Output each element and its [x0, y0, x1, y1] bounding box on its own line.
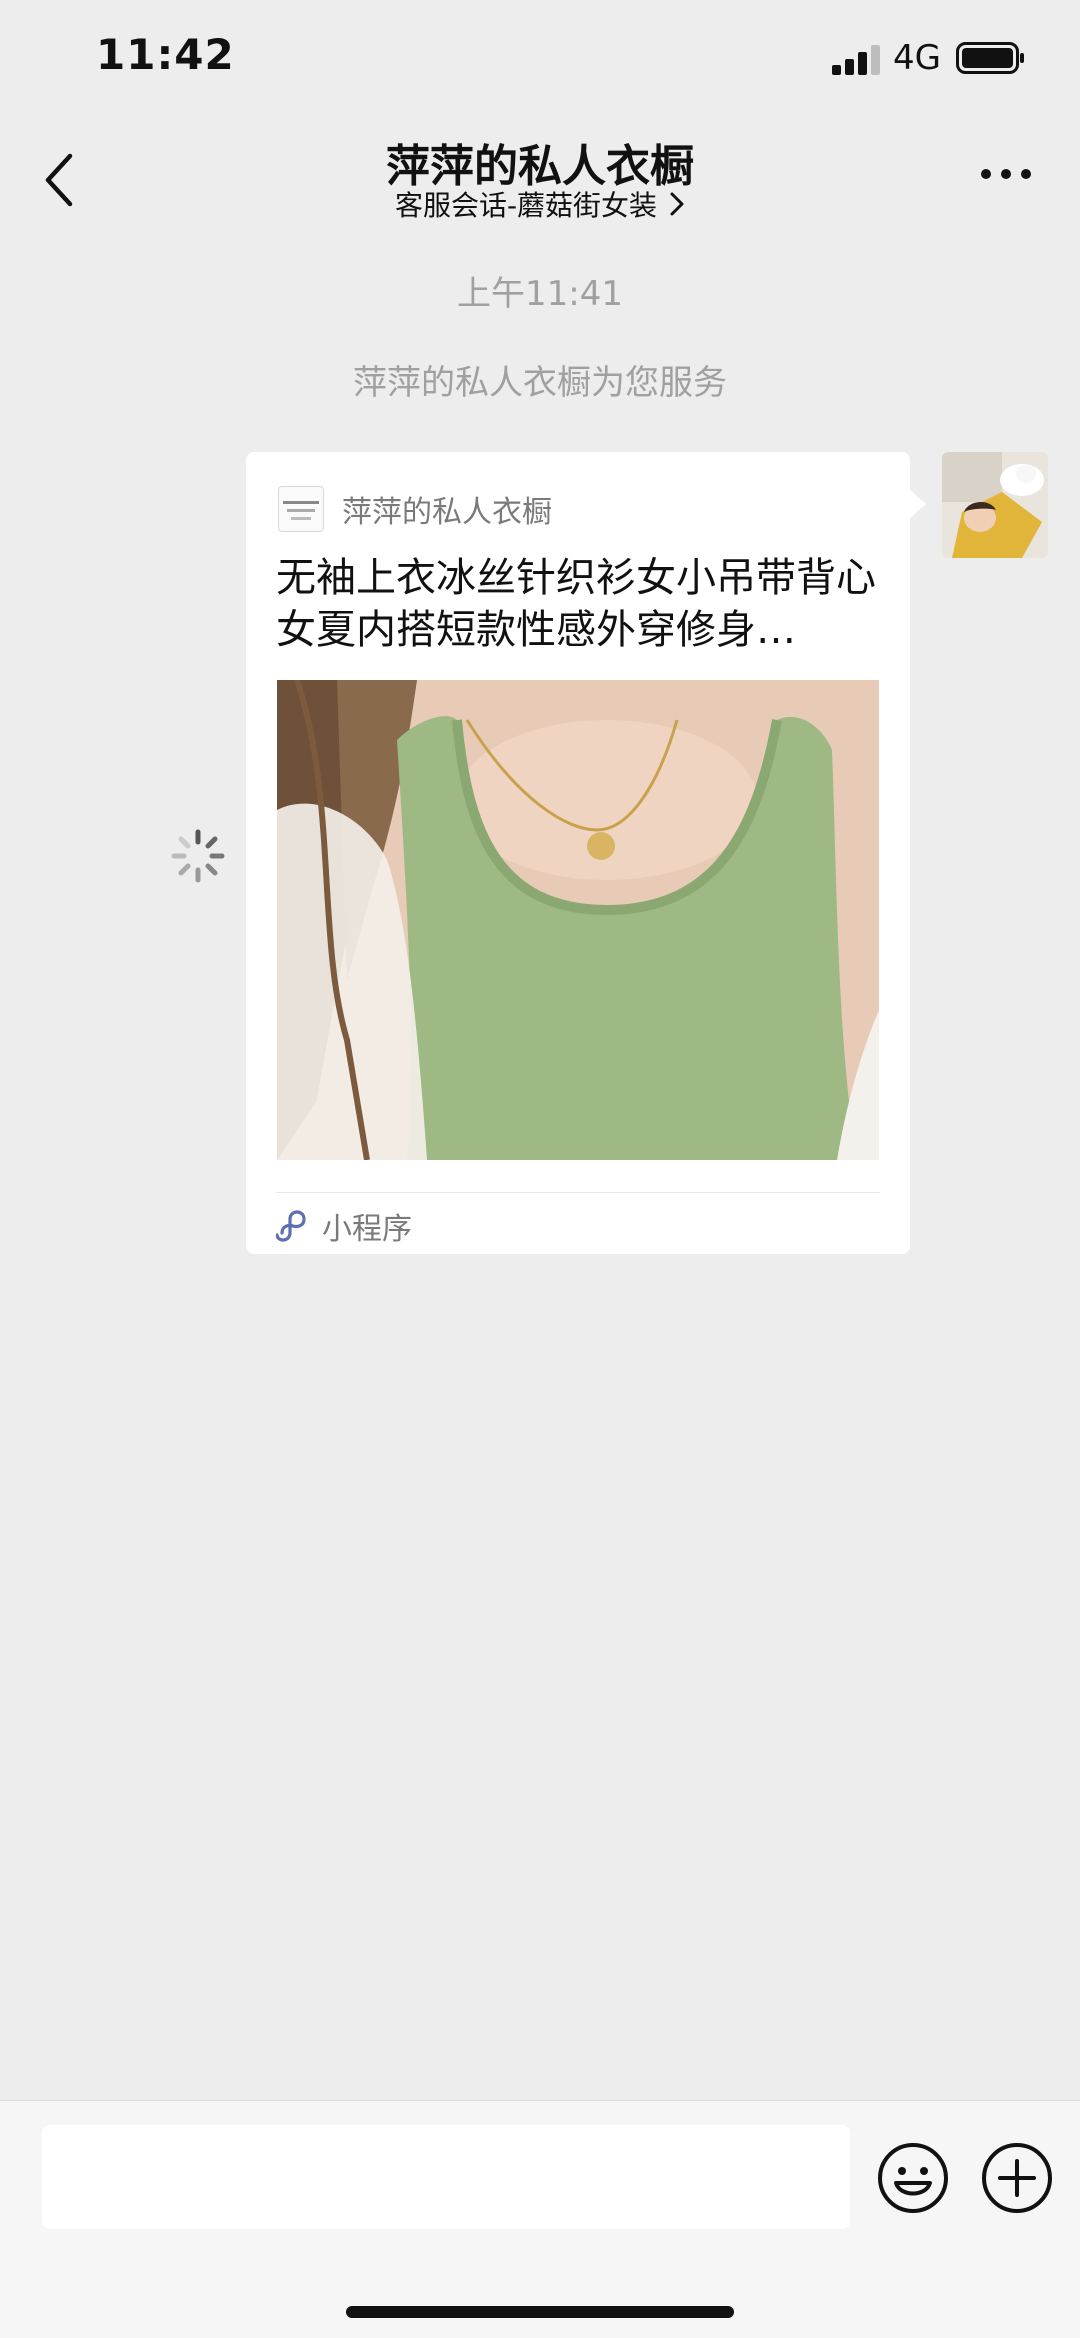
card-bubble-tail [910, 490, 926, 518]
status-bar: 11:42 4G [0, 0, 1080, 120]
status-time: 11:42 [96, 30, 235, 79]
chat-timestamp: 上午11:41 [457, 274, 623, 314]
message-input[interactable] [42, 2125, 850, 2229]
card-shop-name: 萍萍的私人衣橱 [342, 495, 552, 530]
chat-subtitle[interactable]: 客服会话-蘑菇街女装 [395, 184, 657, 224]
product-image [277, 680, 879, 1160]
chat-header: 萍萍的私人衣橱 客服会话-蘑菇街女装 [0, 120, 1080, 240]
emoji-icon[interactable] [876, 2141, 950, 2215]
loading-spinner-icon [171, 829, 225, 883]
signal-icon [832, 45, 880, 75]
more-dots-icon[interactable] [980, 168, 1032, 180]
card-shop-row: 萍萍的私人衣橱 [278, 486, 552, 532]
card-divider [276, 1192, 880, 1193]
plus-icon[interactable] [980, 2141, 1054, 2215]
home-indicator[interactable] [346, 2306, 734, 2318]
user-avatar[interactable] [942, 452, 1048, 558]
shop-logo [278, 486, 324, 532]
card-source-label: 小程序 [322, 1212, 412, 1247]
chevron-right-icon [670, 192, 684, 216]
card-source-row: 小程序 [276, 1204, 412, 1248]
input-bar [0, 2100, 1080, 2338]
card-product-title: 无袖上衣冰丝针织衫女小吊带背心女夏内搭短款性感外穿修身… [276, 555, 876, 653]
service-notice: 萍萍的私人衣橱为您服务 [353, 363, 727, 403]
chat-subtitle-link[interactable]: 客服会话-蘑菇街女装 [0, 184, 1080, 224]
battery-icon [956, 42, 1024, 74]
mini-program-icon [276, 1210, 306, 1242]
mini-program-card[interactable]: 萍萍的私人衣橱 无袖上衣冰丝针织衫女小吊带背心女夏内搭短款性感外穿修身… 小程序 [246, 452, 910, 1254]
network-type: 4G [893, 38, 941, 78]
